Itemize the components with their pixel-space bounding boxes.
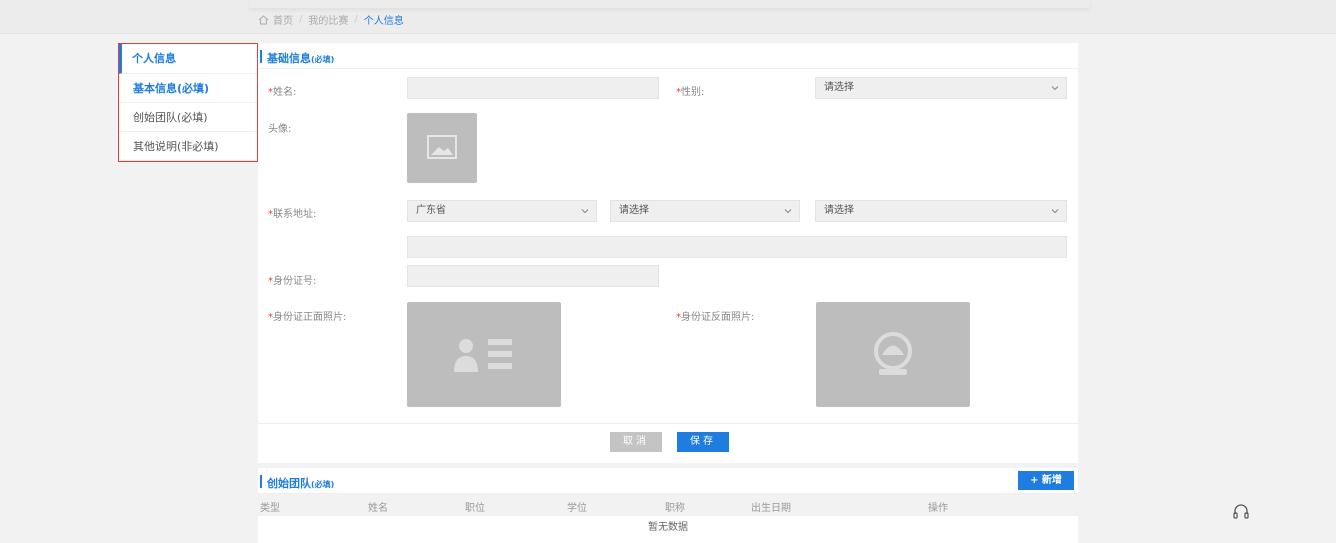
side-nav-title: 个人信息 — [119, 44, 257, 74]
avatar-label: 头像: — [268, 124, 292, 135]
basic-info-panel: 基础信息(必填) *姓名: *性别: 请选择 头像: *联系地址: 广东省 请选… — [258, 43, 1078, 463]
empty-state: 暂无数据 — [648, 522, 688, 533]
id-front-label: *身份证正面照片: — [268, 308, 346, 323]
avatar-upload[interactable] — [407, 113, 477, 183]
id-card-back-icon — [874, 332, 912, 375]
breadcrumb-separator: / — [299, 14, 303, 25]
chevron-down-icon — [784, 209, 792, 214]
address-detail-input[interactable] — [407, 236, 1067, 258]
name-label: *姓名: — [268, 83, 296, 98]
top-shadow — [250, 0, 1090, 8]
chevron-down-icon — [1051, 209, 1059, 214]
breadcrumb: 首页 / 我的比赛 / 个人信息 — [258, 12, 404, 27]
district-select-value: 请选择 — [824, 205, 854, 216]
team-table-header: 类型 姓名 职位 学位 职称 出生日期 操作 — [258, 494, 1078, 516]
chevron-down-icon — [581, 209, 589, 214]
column-header: 学位 — [567, 503, 587, 514]
province-select-value: 广东省 — [416, 205, 446, 216]
gender-label: *性别: — [676, 83, 704, 98]
side-nav: 个人信息 基本信息(必填) 创始团队(必填) 其他说明(非必填) — [118, 43, 258, 162]
founding-team-header: 创始团队(必填) + 新增 — [258, 468, 1078, 494]
gender-label-text: 性别: — [681, 87, 705, 98]
name-label-text: 姓名: — [273, 87, 297, 98]
breadcrumb-contest[interactable]: 我的比赛 — [308, 12, 348, 27]
id-front-upload[interactable] — [407, 302, 561, 407]
gender-select[interactable]: 请选择 — [815, 77, 1067, 99]
id-back-label-text: 身份证反面照片: — [681, 312, 755, 323]
column-header: 出生日期 — [751, 503, 791, 514]
id-number-label: *身份证号: — [268, 272, 316, 287]
id-number-input[interactable] — [407, 265, 659, 287]
sidebar-item-other-notes[interactable]: 其他说明(非必填) — [119, 132, 257, 161]
headset-icon[interactable] — [1231, 502, 1251, 522]
id-card-front-icon — [454, 339, 512, 372]
column-header: 操作 — [928, 503, 948, 514]
section-title: 基础信息(必填) — [267, 50, 334, 66]
column-header: 姓名 — [368, 503, 388, 514]
section-title: 创始团队(必填) — [267, 475, 334, 491]
province-select[interactable]: 广东省 — [407, 200, 597, 222]
top-bar: 首页 / 我的比赛 / 个人信息 — [0, 0, 1336, 34]
section-title-text: 基础信息 — [267, 52, 311, 65]
city-select-value: 请选择 — [619, 205, 649, 216]
section-accent-bar — [260, 50, 262, 63]
address-label: *联系地址: — [268, 205, 316, 220]
breadcrumb-home[interactable]: 首页 — [273, 12, 293, 27]
sidebar-item-basic-info[interactable]: 基本信息(必填) — [119, 74, 257, 103]
home-icon — [258, 14, 269, 25]
add-member-button[interactable]: + 新增 — [1018, 471, 1074, 490]
id-back-label: *身份证反面照片: — [676, 308, 754, 323]
save-button[interactable]: 保存 — [677, 432, 729, 452]
id-number-label-text: 身份证号: — [273, 276, 317, 287]
name-input[interactable] — [407, 77, 659, 99]
section-title-required: (必填) — [311, 55, 335, 64]
district-select[interactable]: 请选择 — [815, 200, 1067, 222]
section-accent-bar — [260, 475, 262, 488]
chevron-down-icon — [1051, 86, 1059, 91]
address-label-text: 联系地址: — [273, 209, 317, 220]
image-placeholder-icon — [427, 135, 457, 159]
section-title-text: 创始团队 — [267, 477, 311, 490]
column-header: 职称 — [665, 503, 685, 514]
id-back-upload[interactable] — [816, 302, 970, 407]
column-header: 类型 — [260, 503, 280, 514]
column-header: 职位 — [465, 503, 485, 514]
sidebar-item-founding-team[interactable]: 创始团队(必填) — [119, 103, 257, 132]
id-front-label-text: 身份证正面照片: — [273, 312, 347, 323]
form-footer-divider — [258, 423, 1078, 424]
basic-info-header: 基础信息(必填) — [258, 43, 1078, 69]
section-title-required: (必填) — [311, 480, 335, 489]
breadcrumb-current: 个人信息 — [363, 16, 404, 27]
gender-select-value: 请选择 — [824, 82, 854, 93]
cancel-button[interactable]: 取消 — [610, 432, 662, 452]
city-select[interactable]: 请选择 — [610, 200, 800, 222]
founding-team-panel: 创始团队(必填) + 新增 类型 姓名 职位 学位 职称 出生日期 操作 暂无数… — [258, 468, 1078, 543]
breadcrumb-separator: / — [354, 14, 358, 25]
